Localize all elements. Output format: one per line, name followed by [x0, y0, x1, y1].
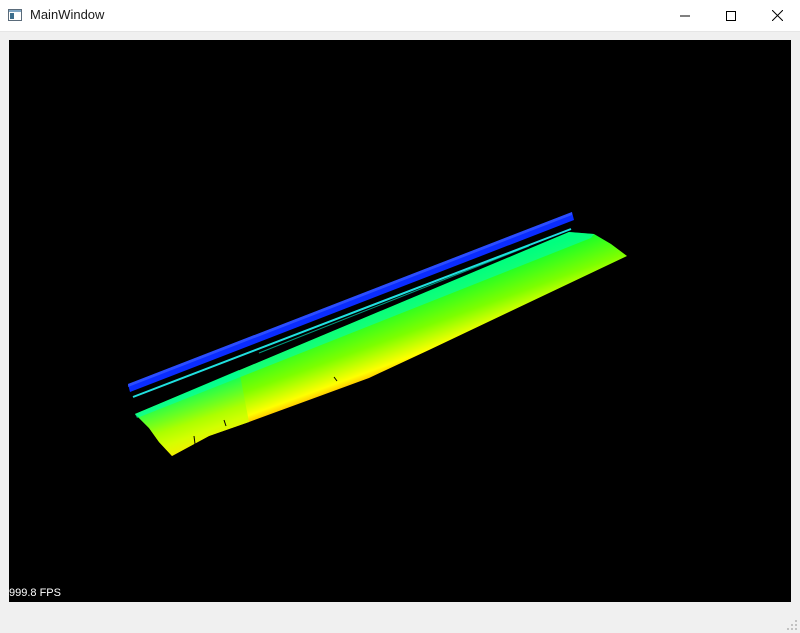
size-grip-icon[interactable]	[786, 619, 798, 631]
color-surface-top-edge	[135, 232, 594, 418]
maximize-button[interactable]	[708, 0, 754, 31]
app-icon	[8, 9, 22, 21]
main-window: MainWindow 999.8 FPS	[0, 0, 800, 633]
status-bar	[0, 603, 800, 633]
window-title: MainWindow	[30, 7, 105, 22]
point-cloud-render	[128, 212, 627, 456]
title-bar[interactable]: MainWindow	[0, 0, 800, 32]
minimize-icon	[680, 15, 690, 16]
fps-counter: 999.8 FPS	[9, 587, 61, 599]
close-icon	[771, 10, 783, 21]
minimize-button[interactable]	[662, 0, 708, 31]
close-button[interactable]	[754, 0, 800, 31]
maximize-icon	[726, 10, 736, 21]
point-cloud-viewport[interactable]: 999.8 FPS	[9, 40, 791, 602]
